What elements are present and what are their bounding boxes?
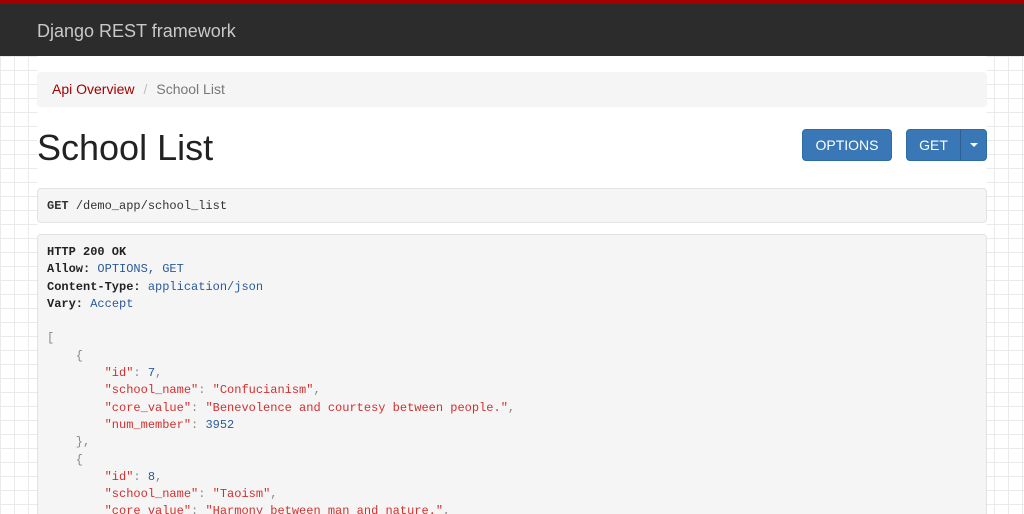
breadcrumb-item-api-overview[interactable]: Api Overview	[52, 81, 134, 97]
main-container: Api Overview / School List School List OPT…	[37, 56, 987, 514]
response-status: HTTP 200 OK	[47, 245, 127, 259]
header-value: Accept	[90, 296, 134, 311]
json-value: 7	[147, 366, 156, 381]
json-value: Taoism	[219, 487, 264, 502]
options-button[interactable]: OPTIONS	[802, 129, 892, 161]
json-value: Benevolence and courtesy between people.	[212, 400, 501, 415]
header-value: OPTIONS, GET	[97, 262, 184, 277]
get-button[interactable]: GET	[906, 129, 961, 161]
request-info: GET /demo_app/school_list	[37, 188, 987, 223]
header-name: Vary:	[47, 296, 84, 311]
response-info: HTTP 200 OK Allow: OPTIONS, GET Content-…	[37, 234, 987, 514]
header-name: Allow:	[47, 262, 91, 277]
caret-down-icon	[969, 143, 978, 147]
page-title: School List	[37, 127, 214, 168]
header-name: Content-Type:	[47, 279, 141, 294]
request-path: /demo_app/school_list	[75, 199, 228, 213]
breadcrumb: Api Overview / School List	[37, 72, 987, 107]
brand-link[interactable]: Django REST framework	[37, 21, 236, 42]
get-format-dropdown-button[interactable]	[960, 129, 987, 161]
header-value: application/json	[147, 279, 264, 294]
json-value: 8	[147, 469, 156, 484]
breadcrumb-separator: /	[143, 81, 148, 97]
navbar: Django REST framework	[0, 0, 1024, 56]
json-value: 3952	[205, 417, 235, 432]
breadcrumb-item-school-list: School List	[156, 81, 225, 97]
json-value: Confucianism	[219, 383, 307, 398]
request-method: GET	[47, 199, 69, 213]
json-value: Harmony between man and nature.	[212, 504, 436, 514]
